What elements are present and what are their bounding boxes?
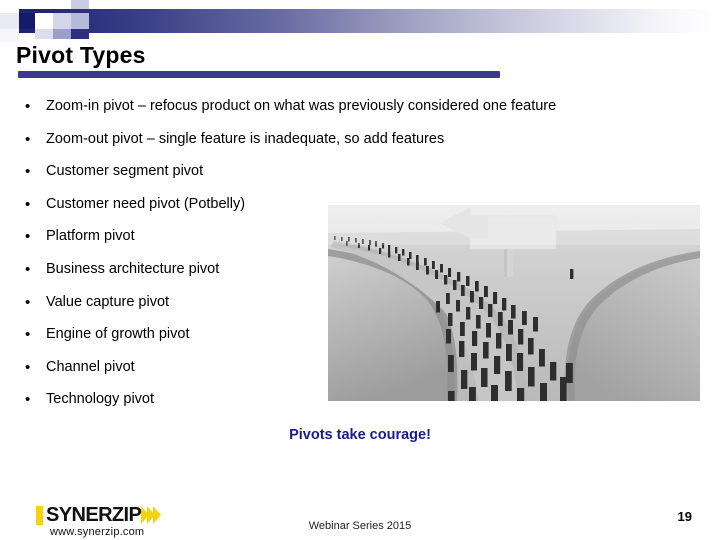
header-gradient-bar [0, 9, 720, 33]
bullet-marker-icon: • [25, 260, 31, 278]
decor-square-lav-3 [53, 13, 71, 29]
bullet-text: Business architecture pivot [46, 260, 220, 277]
slide-canvas: Pivot Types • Zoom-in pivot – refocus pr… [0, 0, 720, 540]
bullet-marker-icon: • [25, 130, 31, 148]
decor-square-lav-2 [53, 0, 71, 9]
bullet-text: Technology pivot [46, 391, 155, 408]
bullet-marker-icon: • [25, 228, 31, 246]
bullet-text: Channel pivot [46, 358, 135, 375]
bullet-marker-icon: • [25, 163, 31, 181]
lone-figure [570, 269, 574, 279]
bullet-marker-icon: • [25, 326, 31, 344]
decor-square-white-3 [89, 0, 103, 9]
list-item: • Zoom-out pivot – single feature is ina… [22, 131, 702, 164]
bullet-text: Zoom-out pivot – single feature is inade… [46, 130, 445, 147]
bullet-text: Customer need pivot (Potbelly) [46, 195, 246, 212]
decor-square-lav-5 [71, 0, 89, 9]
photo-caption: Pivots take courage! [289, 427, 431, 443]
bullet-text: Customer segment pivot [46, 163, 204, 180]
decor-square-lav-6 [71, 13, 89, 29]
decor-square-navy-1 [19, 13, 35, 29]
title-underline-rule [18, 71, 500, 78]
page-number: 19 [677, 509, 692, 524]
bullet-text: Value capture pivot [46, 293, 170, 310]
decor-square-lav-4 [53, 29, 71, 39]
bullet-marker-icon: • [25, 195, 31, 213]
decor-square-light-1 [0, 0, 19, 13]
decor-square-navy-2 [71, 29, 89, 39]
page-title: Pivot Types [16, 42, 146, 68]
bullet-text: Engine of growth pivot [46, 326, 190, 343]
bullet-text: Platform pivot [46, 228, 135, 245]
bullet-marker-icon: • [25, 98, 31, 115]
footer-center-text: Webinar Series 2015 [308, 520, 412, 532]
decor-square-white-2 [35, 13, 53, 29]
list-item: • Zoom-in pivot – refocus product on wha… [22, 98, 702, 131]
decor-square-pale-1 [0, 13, 19, 29]
bullet-marker-icon: • [25, 358, 31, 376]
decor-square-pale-3 [35, 0, 53, 9]
decor-square-lav-1 [35, 29, 53, 39]
bullet-marker-icon: • [25, 293, 31, 311]
bullet-text: Zoom-in pivot – refocus product on what … [46, 98, 557, 114]
bullet-marker-icon: • [25, 391, 31, 409]
crowd-fork-road-photo [328, 205, 700, 401]
decor-square-pale-2 [0, 29, 19, 42]
list-item: • Customer segment pivot [22, 163, 702, 196]
